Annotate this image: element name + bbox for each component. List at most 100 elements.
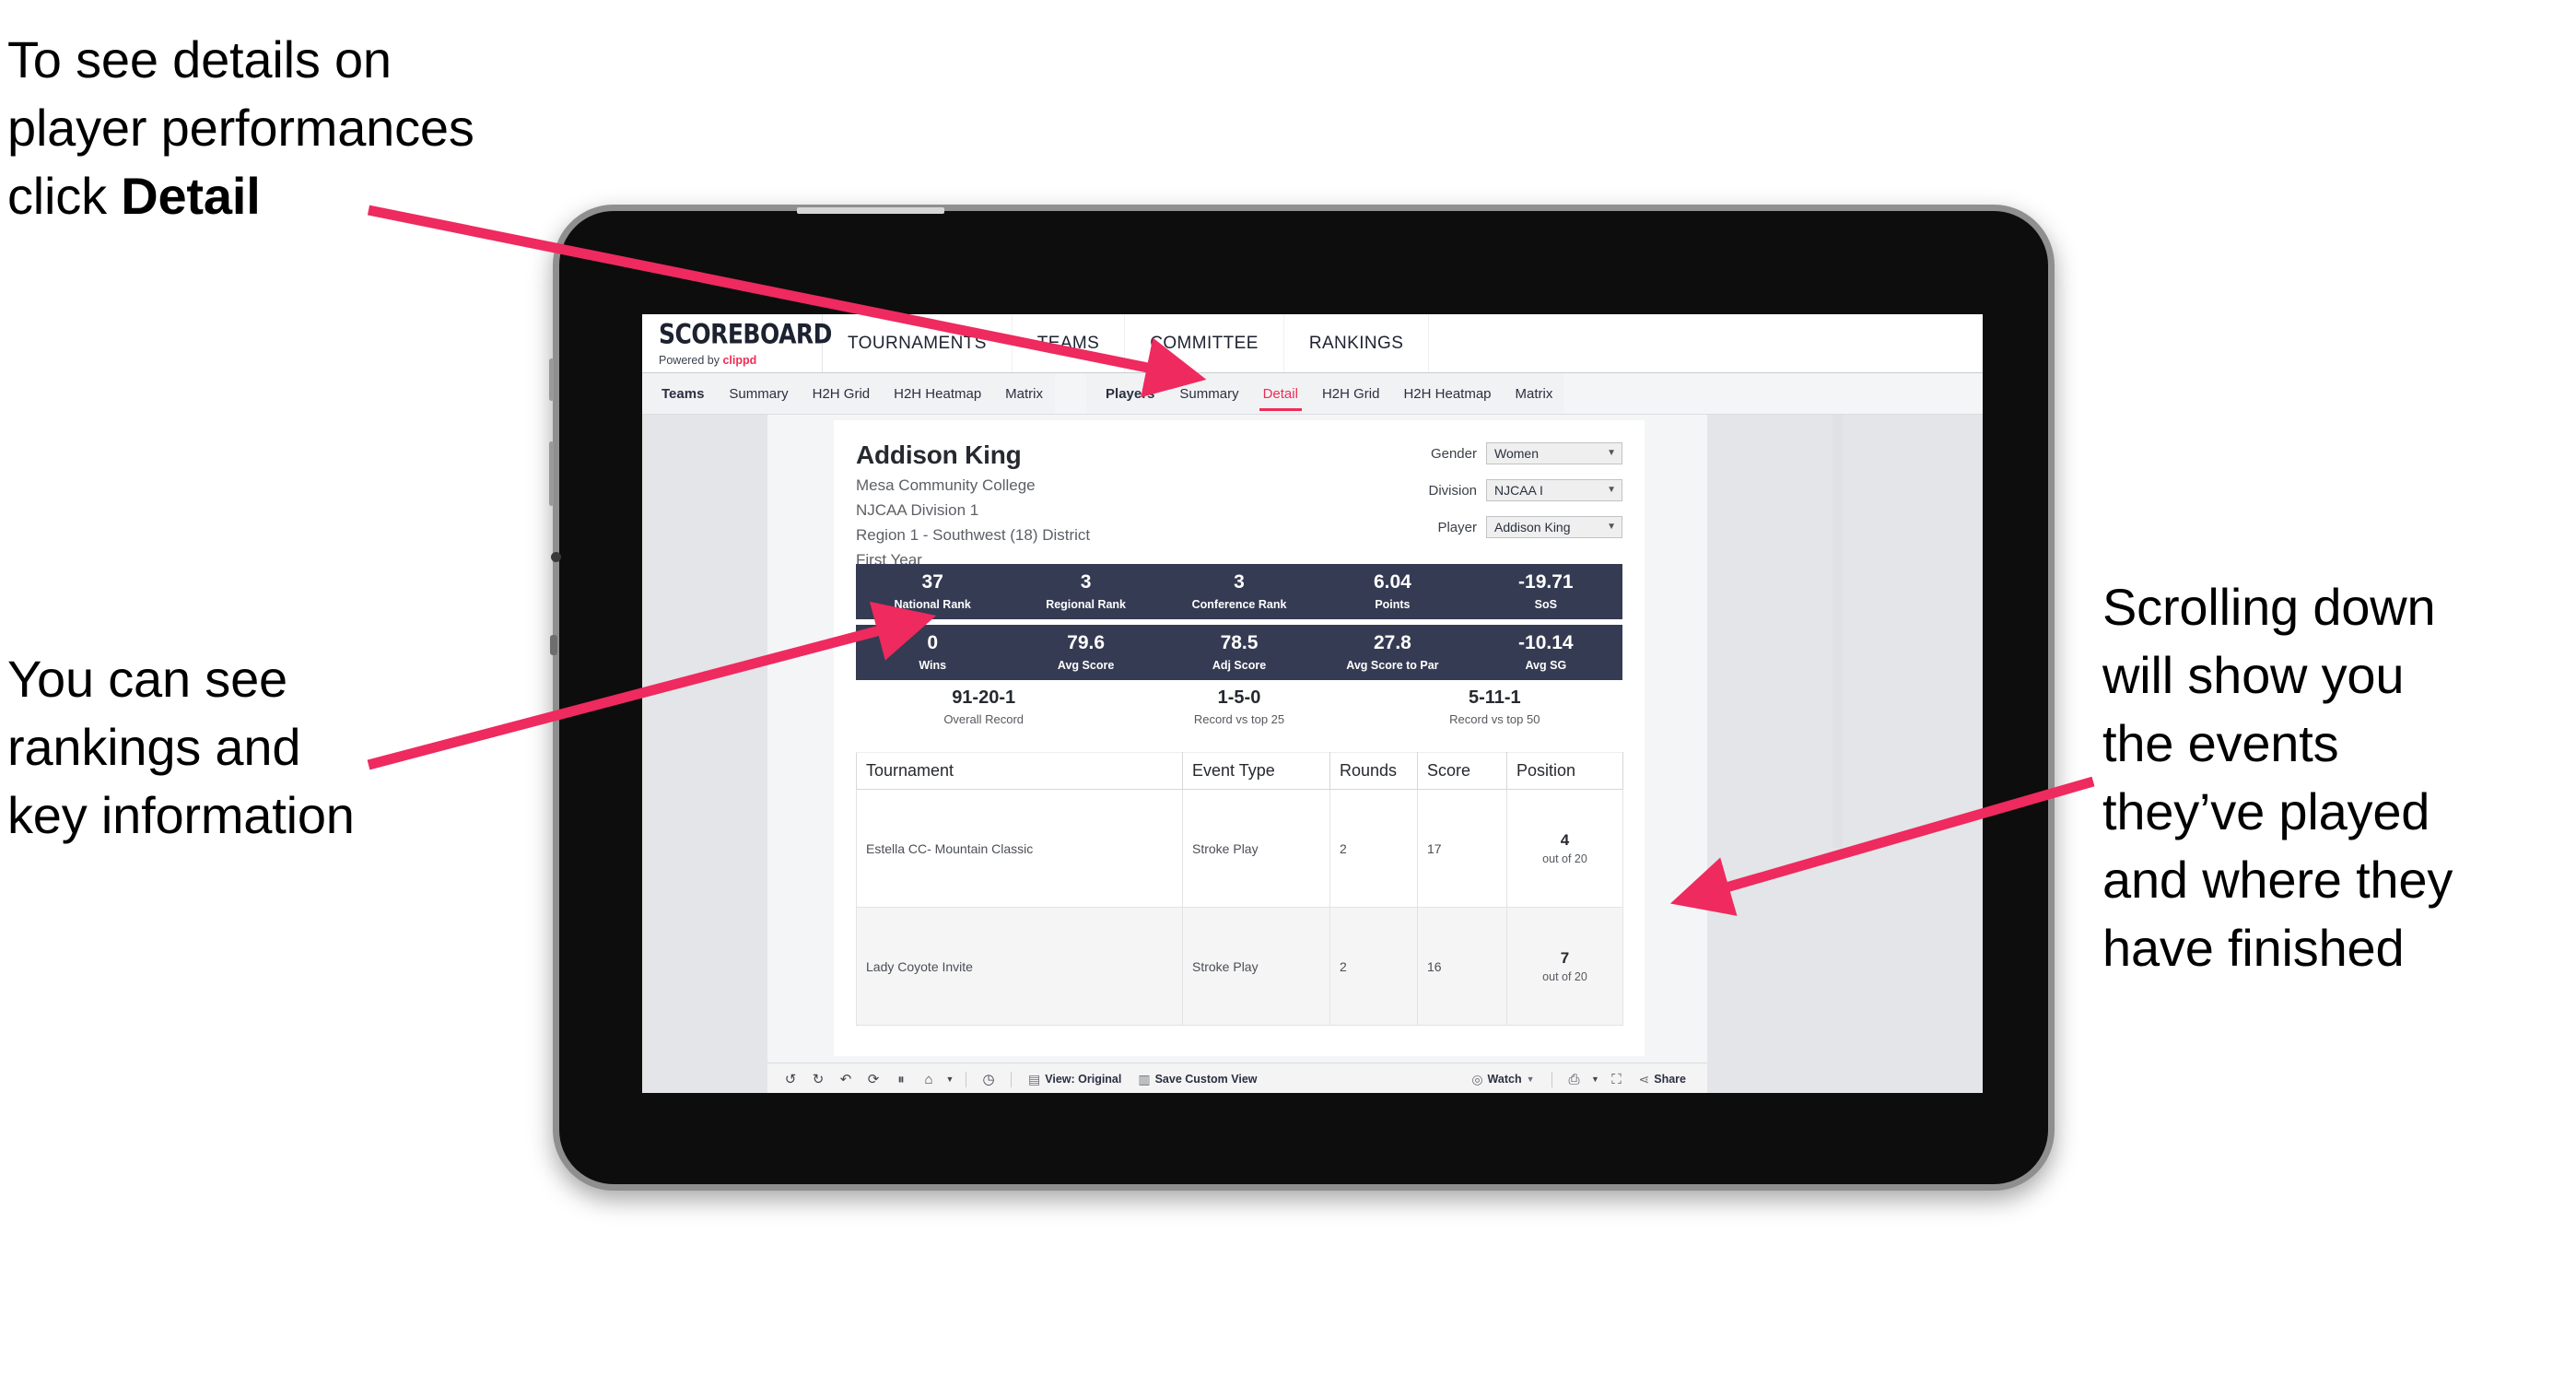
chevron-down-icon: ▼ — [1607, 448, 1616, 458]
record-value: 5-11-1 — [1468, 687, 1521, 708]
tablet-volume-up-button[interactable] — [549, 358, 554, 401]
stat-value: -10.14 — [1518, 632, 1574, 654]
stat-label: Avg SG — [1525, 658, 1567, 672]
chevron-down-icon[interactable]: ▼ — [1588, 1063, 1603, 1094]
watch-button[interactable]: ◎ Watch ▼ — [1463, 1072, 1542, 1087]
stat-label: Adj Score — [1212, 658, 1267, 672]
position-field-size: out of 20 — [1542, 970, 1587, 983]
view-original-button[interactable]: ▤ View: Original — [1020, 1072, 1130, 1087]
stat-value: 3 — [1080, 571, 1092, 593]
app-logo[interactable]: SCOREBOARD Powered by clippd — [642, 314, 832, 372]
cell-score: 17 — [1417, 789, 1507, 908]
stat-points: 6.04 Points — [1316, 571, 1469, 610]
cell-event-type: Stroke Play — [1182, 907, 1330, 1026]
share-icon: ⋖ — [1638, 1071, 1650, 1086]
pause-updates-icon[interactable]: ⏸ — [887, 1063, 915, 1094]
stat-band-rankings: 37 National Rank 3 Regional Rank 3 Confe… — [856, 564, 1622, 619]
tab-teams-matrix[interactable]: Matrix — [993, 373, 1055, 414]
topnav-item-teams[interactable]: TEAMS — [1013, 314, 1126, 372]
share-button[interactable]: ⋖ Share — [1631, 1072, 1694, 1087]
col-tournament[interactable]: Tournament — [856, 752, 1183, 790]
tab-teams-summary[interactable]: Summary — [717, 373, 800, 414]
refresh-icon[interactable]: ⟳ — [860, 1063, 887, 1094]
col-rounds[interactable]: Rounds — [1329, 752, 1418, 790]
tablet-volume-down-button[interactable] — [549, 441, 554, 506]
tabgroup-players: Players Summary Detail H2H Grid H2H Heat… — [1086, 373, 1565, 414]
fullscreen-icon[interactable]: ⛶ — [1603, 1063, 1631, 1094]
stat-label: Avg Score — [1057, 658, 1115, 672]
tab-teams-h2h-grid[interactable]: H2H Grid — [801, 373, 883, 414]
record-label: Overall Record — [943, 712, 1025, 726]
filter-row-player: Player Addison King ▼ — [1414, 516, 1622, 538]
cell-tournament: Lady Coyote Invite — [856, 907, 1183, 1026]
stat-wins: 0 Wins — [856, 632, 1009, 672]
table-row[interactable]: Lady Coyote Invite Stroke Play 2 16 7 ou… — [856, 907, 1623, 1026]
tab-players-summary[interactable]: Summary — [1167, 373, 1250, 414]
filter-icon[interactable]: ⌂ — [915, 1063, 943, 1094]
player-meta-division: NJCAA Division 1 — [856, 501, 979, 519]
stat-label: Regional Rank — [1046, 597, 1127, 611]
stat-value: 27.8 — [1373, 632, 1411, 654]
tab-players-matrix[interactable]: Matrix — [1504, 373, 1565, 414]
revert-icon[interactable]: ↶ — [832, 1063, 860, 1094]
tournaments-table: Tournament Event Type Rounds Score Posit… — [856, 752, 1623, 1026]
chevron-down-icon[interactable]: ▼ — [943, 1063, 957, 1094]
annotation-scrolling: Scrolling down will show you the events … — [2102, 578, 2453, 977]
stat-national-rank: 37 National Rank — [856, 571, 1009, 610]
stat-value: 78.5 — [1220, 632, 1259, 654]
position-field-size: out of 20 — [1542, 852, 1587, 865]
undo-icon[interactable]: ↺ — [777, 1063, 804, 1094]
vertical-scrollbar[interactable] — [1832, 415, 1843, 848]
toolbar-divider — [1551, 1071, 1552, 1087]
tablet-device: SCOREBOARD Powered by clippd TOURNAMENTS… — [549, 205, 2055, 1191]
filter-label-player: Player — [1437, 519, 1477, 535]
dashboard-sheet: Addison King Mesa Community College NJCA… — [767, 415, 1843, 1063]
tab-players-h2h-grid[interactable]: H2H Grid — [1310, 373, 1392, 414]
col-event-type[interactable]: Event Type — [1182, 752, 1330, 790]
filter-panel: Gender Women ▼ Division NJCAA I ▼ Player… — [1414, 442, 1622, 553]
history-icon[interactable]: ◷ — [975, 1063, 1002, 1094]
logo-brand: clippd — [722, 353, 757, 367]
stat-value: 6.04 — [1373, 571, 1411, 593]
player-select-value: Addison King — [1494, 520, 1571, 534]
player-header: Addison King Mesa Community College NJCA… — [856, 440, 1090, 570]
player-meta-college: Mesa Community College — [856, 476, 1036, 494]
player-name: Addison King — [856, 440, 1022, 469]
logo-powered-prefix: Powered by — [659, 353, 723, 367]
download-icon[interactable]: ⎙ — [1561, 1063, 1588, 1094]
watch-icon: ◎ — [1471, 1071, 1483, 1086]
topnav-item-committee[interactable]: COMMITTEE — [1125, 314, 1284, 372]
chevron-down-icon: ▼ — [1607, 522, 1616, 532]
player-select[interactable]: Addison King ▼ — [1486, 516, 1622, 538]
table-row[interactable]: Estella CC- Mountain Classic Stroke Play… — [856, 789, 1623, 908]
tab-teams-h2h-heatmap[interactable]: H2H Heatmap — [882, 373, 993, 414]
viz-toolbar-left: ↺ ↻ ↶ ⟳ ⏸ ⌂ ▼ ◷ ▤ View: Original ▥ Save … — [767, 1063, 1294, 1093]
tab-players-h2h-heatmap[interactable]: H2H Heatmap — [1391, 373, 1503, 414]
tablet-power-button[interactable] — [550, 635, 557, 655]
redo-icon[interactable]: ↻ — [804, 1063, 832, 1094]
save-custom-view-button[interactable]: ▥ Save Custom View — [1130, 1072, 1265, 1087]
tab-players-detail[interactable]: Detail — [1251, 373, 1310, 414]
col-score[interactable]: Score — [1417, 752, 1507, 790]
filter-row-gender: Gender Women ▼ — [1414, 442, 1622, 464]
table-header-row: Tournament Event Type Rounds Score Posit… — [856, 752, 1623, 790]
record-vs-top-50: 5-11-1 Record vs top 50 — [1367, 687, 1622, 726]
tabgroup-label-teams[interactable]: Teams — [642, 373, 717, 414]
filter-row-division: Division NJCAA I ▼ — [1414, 479, 1622, 501]
section-tabstrip: Teams Summary H2H Grid H2H Heatmap Matri… — [642, 373, 1983, 415]
stat-avg-sg: -10.14 Avg SG — [1469, 632, 1622, 672]
stat-label: Wins — [919, 658, 947, 672]
division-select[interactable]: NJCAA I ▼ — [1486, 479, 1622, 501]
position-number: 4 — [1560, 831, 1570, 849]
col-position[interactable]: Position — [1506, 752, 1623, 790]
gender-select[interactable]: Women ▼ — [1486, 442, 1622, 464]
record-label: Record vs top 50 — [1449, 712, 1540, 726]
stat-value: 0 — [927, 632, 939, 654]
topnav-item-rankings[interactable]: RANKINGS — [1284, 314, 1430, 372]
annotation-detail-bold: Detail — [121, 166, 261, 225]
cell-score: 16 — [1417, 907, 1507, 1026]
topnav-item-tournaments[interactable]: TOURNAMENTS — [823, 314, 1013, 372]
tablet-speaker — [797, 207, 944, 214]
tabgroup-label-players[interactable]: Players — [1086, 373, 1167, 414]
share-label: Share — [1654, 1073, 1686, 1086]
